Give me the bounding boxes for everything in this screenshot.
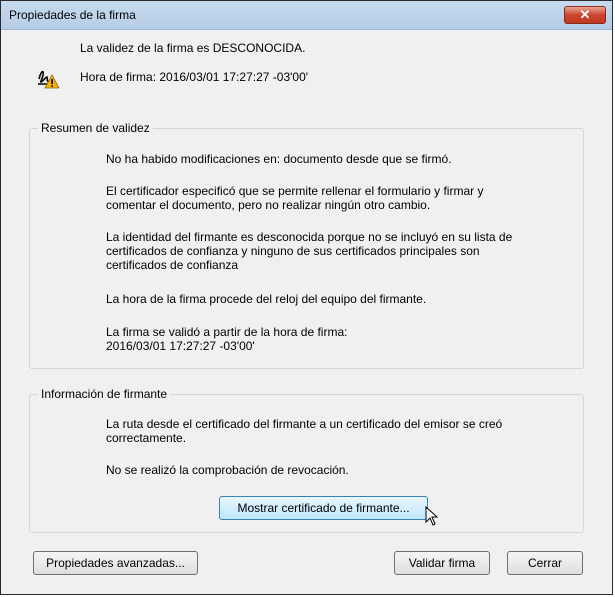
signature-time-source: La hora de la firma procede del reloj de… <box>106 292 566 306</box>
validate-signature-button[interactable]: Validar firma <box>394 551 490 575</box>
validation-time: La firma se validó a partir de la hora d… <box>106 325 566 353</box>
revocation-status-text: No se realizó la comprobación de revocac… <box>106 463 349 477</box>
close-button[interactable]: Cerrar <box>507 551 583 575</box>
signing-time: Hora de firma: 2016/03/01 17:27:27 -03'0… <box>80 70 309 84</box>
signer-identity-line-2: certificados de confianza y ninguno de s… <box>106 244 480 258</box>
signer-info-legend: Información de firmante <box>38 387 171 401</box>
validation-time-line-1: La firma se validó a partir de la hora d… <box>106 325 348 339</box>
signature-warning-icon <box>38 70 59 89</box>
certifier-permissions-line-1: El certificador especificó que se permit… <box>106 184 484 198</box>
validity-summary-group: Resumen de validez No ha habido modifica… <box>29 121 584 369</box>
signer-identity-line-3: certificados de confianza <box>106 258 239 272</box>
signer-info-group: Información de firmante La ruta desde el… <box>29 387 584 533</box>
close-icon: ✕ <box>579 7 591 22</box>
signature-properties-dialog: Propiedades de la firma ✕ La validez de … <box>0 0 613 595</box>
certifier-permissions-line-2: comentar el documento, pero no realizar … <box>106 198 431 212</box>
show-signer-certificate-button[interactable]: Mostrar certificado de firmante... <box>219 496 428 520</box>
title-bar[interactable]: Propiedades de la firma ✕ <box>1 1 612 30</box>
window-title: Propiedades de la firma <box>9 8 136 22</box>
validity-status: La validez de la firma es DESCONOCIDA. <box>80 41 306 55</box>
validity-summary-legend: Resumen de validez <box>38 121 153 135</box>
certifier-permissions: El certificador especificó que se permit… <box>106 184 566 212</box>
close-window-button[interactable]: ✕ <box>564 6 606 24</box>
certificate-path-status: La ruta desde el certificado del firmant… <box>106 417 566 445</box>
advanced-properties-button[interactable]: Propiedades avanzadas... <box>33 551 198 575</box>
certificate-path-line-1: La ruta desde el certificado del firmant… <box>106 417 503 431</box>
signature-time-source-text: La hora de la firma procede del reloj de… <box>106 292 427 306</box>
certificate-path-line-2: correctamente. <box>106 431 187 445</box>
modification-status: No ha habido modificaciones en: document… <box>106 152 566 166</box>
signer-identity-line-1: La identidad del firmante es desconocida… <box>106 230 513 244</box>
mouse-cursor-icon <box>425 506 439 526</box>
signer-identity-status: La identidad del firmante es desconocida… <box>106 230 566 272</box>
revocation-status: No se realizó la comprobación de revocac… <box>106 463 566 477</box>
validation-time-line-2: 2016/03/01 17:27:27 -03'00' <box>106 339 255 353</box>
modification-status-text: No ha habido modificaciones en: document… <box>106 152 452 166</box>
